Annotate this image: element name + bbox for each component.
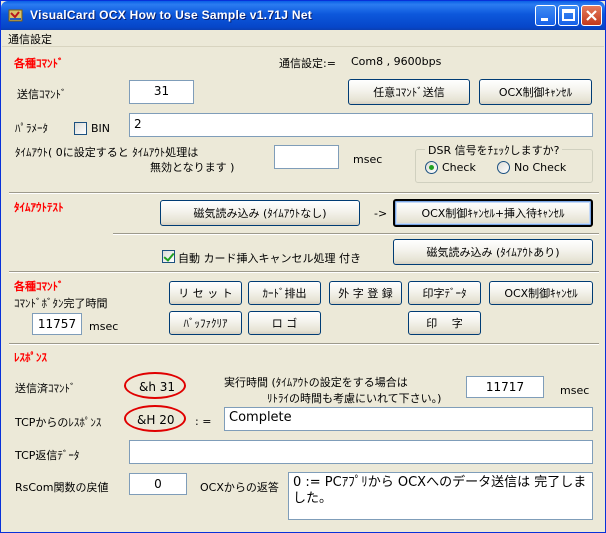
send-command-field[interactable]: 31 [129,80,194,104]
app-icon [8,9,23,22]
reset-button[interactable]: リ セ ッ ト [169,281,242,305]
button-completion-time-field[interactable]: 11757 [32,313,82,335]
buffer-clear-button[interactable]: ﾊﾞｯﾌｧｸﾘｱ [169,311,242,335]
section-commands2-heading: 各種ｺﾏﾝﾄﾞ [14,280,64,293]
ocx-reply-textarea[interactable]: 0 := PCｱﾌﾟﾘから OCXへのデータ送信は 完了しました。 [288,472,593,520]
minimize-button[interactable] [535,5,556,26]
dsr-group-label: DSR 信号をﾁｪｯｸしますか? [425,142,563,158]
divider [113,233,599,235]
sent-command-label: 送信済ｺﾏﾝﾄﾞ [15,382,76,395]
timeout-label-line2: 無効となります ) [150,161,235,174]
send-command-label: 送信ｺﾏﾝﾄﾞ [17,88,67,101]
section-timeout-test-heading: ﾀｲﾑｱｳﾄﾃｽﾄ [14,201,64,214]
card-eject-button[interactable]: ｶｰﾄﾞ排出 [248,281,321,305]
menu-bar: 通信設定 [2,30,604,47]
divider [9,192,599,194]
menu-comm-settings[interactable]: 通信設定 [8,31,52,47]
exec-time-field[interactable]: 11717 [466,376,544,398]
ocx-control-cancel-button[interactable]: OCX制御ｷｬﾝｾﾙ [479,79,592,105]
tcp-return-data-label: TCP返信ﾃﾞｰﾀ [15,449,80,462]
close-button[interactable] [581,5,602,26]
dsr-nocheck-label: No Check [514,161,567,174]
rscom-return-field[interactable]: 0 [129,473,187,495]
parameter-label: ﾊﾟﾗﾒｰﾀ [15,122,48,135]
close-icon [586,10,597,21]
main-window: VisualCard OCX How to Use Sample v1.71J … [0,0,606,533]
ocx-control-cancel-button-2[interactable]: OCX制御ｷｬﾝｾﾙ [489,281,593,305]
divider [9,343,599,345]
section-response-heading: ﾚｽﾎﾟﾝｽ [14,351,47,364]
arrow-label: -> [374,207,388,220]
mag-read-with-timeout-button[interactable]: 磁気読み込み (ﾀｲﾑｱｳﾄあり) [393,239,593,265]
divider [9,271,599,273]
dsr-check-radio[interactable] [425,161,438,174]
comm-settings-label: 通信設定:= [279,57,336,70]
bin-label: BIN [91,122,111,135]
exec-time-label-line2: ﾘﾄﾗｲの時間も考慮にいれて下さい。) [267,392,442,405]
window-title: VisualCard OCX How to Use Sample v1.71J … [30,8,313,22]
section-commands-heading: 各種ｺﾏﾝﾄﾞ [14,57,64,70]
maximize-icon [562,9,575,21]
bin-checkbox[interactable] [74,122,87,135]
tcp-return-data-field[interactable] [129,440,593,464]
external-char-register-button[interactable]: 外 字 登 録 [329,281,402,305]
assign-operator: : = [195,415,212,428]
print-data-button[interactable]: 印字ﾃﾞｰﾀ [408,281,481,305]
print-button[interactable]: 印 字 [408,311,481,335]
parameter-field[interactable]: 2 [129,113,593,137]
tcp-response-code: &H 20 [137,413,175,427]
maximize-button[interactable] [558,5,579,26]
minimize-icon [541,18,548,21]
title-bar[interactable]: VisualCard OCX How to Use Sample v1.71J … [1,1,605,30]
form-body: 各種ｺﾏﾝﾄﾞ 通信設定:= Com8 , 9600bps 送信ｺﾏﾝﾄﾞ 31… [5,47,603,529]
mag-read-no-timeout-button[interactable]: 磁気読み込み (ﾀｲﾑｱｳﾄなし) [160,200,360,226]
auto-cancel-checkbox[interactable] [162,250,175,263]
tcp-response-text-field[interactable]: Complete [224,407,593,431]
timeout-label-line1: ﾀｲﾑｱｳﾄ( 0に設定すると ﾀｲﾑｱｳﾄ処理は [15,146,199,159]
rscom-return-label: RsCom関数の戻値 [15,481,109,494]
logo-button[interactable]: ロ ゴ [248,311,321,335]
timeout-msec-unit: msec [353,153,383,166]
arbitrary-command-send-button[interactable]: 任意ｺﾏﾝﾄﾞ送信 [348,79,470,105]
exec-time-msec-unit: msec [560,384,590,397]
ocx-reply-label: OCXからの返答 [200,481,279,494]
exec-time-label-line1: 実行時間 (ﾀｲﾑｱｳﾄの設定をする場合は [224,376,408,389]
dsr-check-label: Check [442,161,476,174]
button-completion-time-label: ｺﾏﾝﾄﾞﾎﾞﾀﾝ完了時間 [14,297,108,310]
ocx-cancel-insert-wait-cancel-button[interactable]: OCX制御ｷｬﾝｾﾙ+挿入待ｷｬﾝｾﾙ [393,199,593,227]
auto-cancel-label: 自動 カード挿入キャンセル処理 付き [178,252,361,265]
comm-settings-value: Com8 , 9600bps [351,55,442,68]
dsr-nocheck-radio[interactable] [497,161,510,174]
timeout-field[interactable] [274,145,339,169]
button-time-msec-unit: msec [89,320,119,333]
sent-command-value: &h 31 [139,380,176,394]
tcp-response-label: TCPからのﾚｽﾎﾟﾝｽ [15,416,102,429]
